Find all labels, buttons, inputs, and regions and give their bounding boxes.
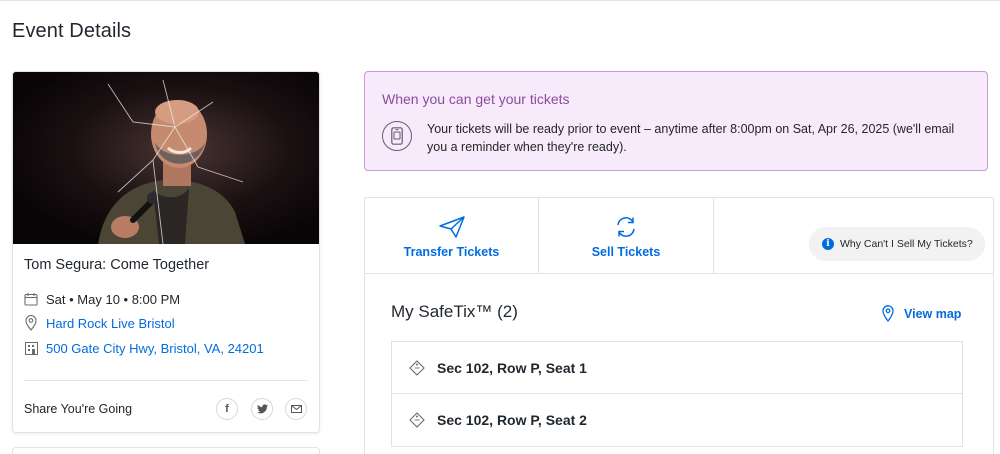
calendar-icon: [24, 291, 38, 307]
safetix-heading: My SafeTix™ (2): [391, 302, 518, 322]
location-pin-icon: [24, 315, 38, 331]
notice-text: Your tickets will be ready prior to even…: [427, 122, 955, 154]
building-icon: [24, 340, 38, 356]
ticket-tag-icon: [409, 412, 425, 428]
event-address-row[interactable]: 500 Gate City Hwy, Bristol, VA, 24201: [24, 340, 264, 356]
email-share-button[interactable]: [285, 398, 307, 420]
ticket-count: (2): [497, 302, 518, 321]
seat-list: Sec 102, Row P, Seat 1 Sec 102, Row P, S…: [391, 341, 963, 447]
facebook-share-button[interactable]: f: [216, 398, 238, 420]
ticket-actions-panel: Transfer Tickets Sell Tickets i Why Can'…: [364, 197, 994, 454]
share-label: Share You're Going: [24, 402, 133, 416]
why-cant-sell-label: Why Can't I Sell My Tickets?: [840, 238, 973, 250]
event-card: Tom Segura: Come Together Sat • May 10 •…: [12, 71, 320, 433]
view-map-link[interactable]: View map: [882, 305, 961, 322]
twitter-icon: [256, 404, 268, 414]
phone-ticket-icon: [382, 121, 412, 151]
twitter-share-button[interactable]: [251, 398, 273, 420]
facebook-icon: f: [225, 403, 229, 415]
sell-tickets-label: Sell Tickets: [591, 245, 661, 259]
ticket-seat-label: Sec 102, Row P, Seat 1: [437, 359, 587, 376]
ticket-seat-label: Sec 102, Row P, Seat 2: [437, 412, 587, 428]
address-link[interactable]: 500 Gate City Hwy, Bristol, VA, 24201: [46, 341, 264, 356]
top-divider: [0, 0, 1000, 1]
performer-photo: [13, 72, 319, 244]
card-divider: [24, 380, 308, 381]
paper-plane-icon: [438, 215, 465, 239]
ticket-tag-icon: [409, 359, 425, 376]
ticket-row[interactable]: Sec 102, Row P, Seat 1: [391, 341, 963, 394]
view-map-label: View map: [904, 306, 962, 321]
event-name: Tom Segura: Come Together: [24, 257, 210, 273]
event-venue-row[interactable]: Hard Rock Live Bristol: [24, 315, 175, 331]
page-title: Event Details: [12, 20, 132, 42]
event-image: [13, 72, 319, 244]
next-card-stub: [12, 447, 320, 454]
mail-icon: [290, 405, 302, 413]
ticket-availability-notice: When you can get your tickets Your ticke…: [364, 71, 988, 171]
sell-tickets-button[interactable]: Sell Tickets: [539, 198, 714, 273]
event-date: Sat • May 10 • 8:00 PM: [46, 291, 181, 307]
map-pin-icon: [882, 305, 894, 322]
notice-title: When you can get your tickets: [382, 91, 570, 107]
transfer-tickets-label: Transfer Tickets: [403, 245, 500, 259]
safetix-title: My SafeTix™: [391, 302, 493, 321]
ticket-row[interactable]: Sec 102, Row P, Seat 2: [391, 394, 963, 447]
refresh-icon: [614, 215, 638, 239]
action-tabs: Transfer Tickets Sell Tickets i Why Can'…: [365, 198, 993, 274]
event-date-row: Sat • May 10 • 8:00 PM: [24, 291, 180, 307]
transfer-tickets-button[interactable]: Transfer Tickets: [365, 198, 539, 273]
info-icon: i: [822, 238, 834, 250]
venue-link[interactable]: Hard Rock Live Bristol: [46, 316, 175, 331]
why-cant-sell-button[interactable]: i Why Can't I Sell My Tickets?: [809, 227, 985, 261]
